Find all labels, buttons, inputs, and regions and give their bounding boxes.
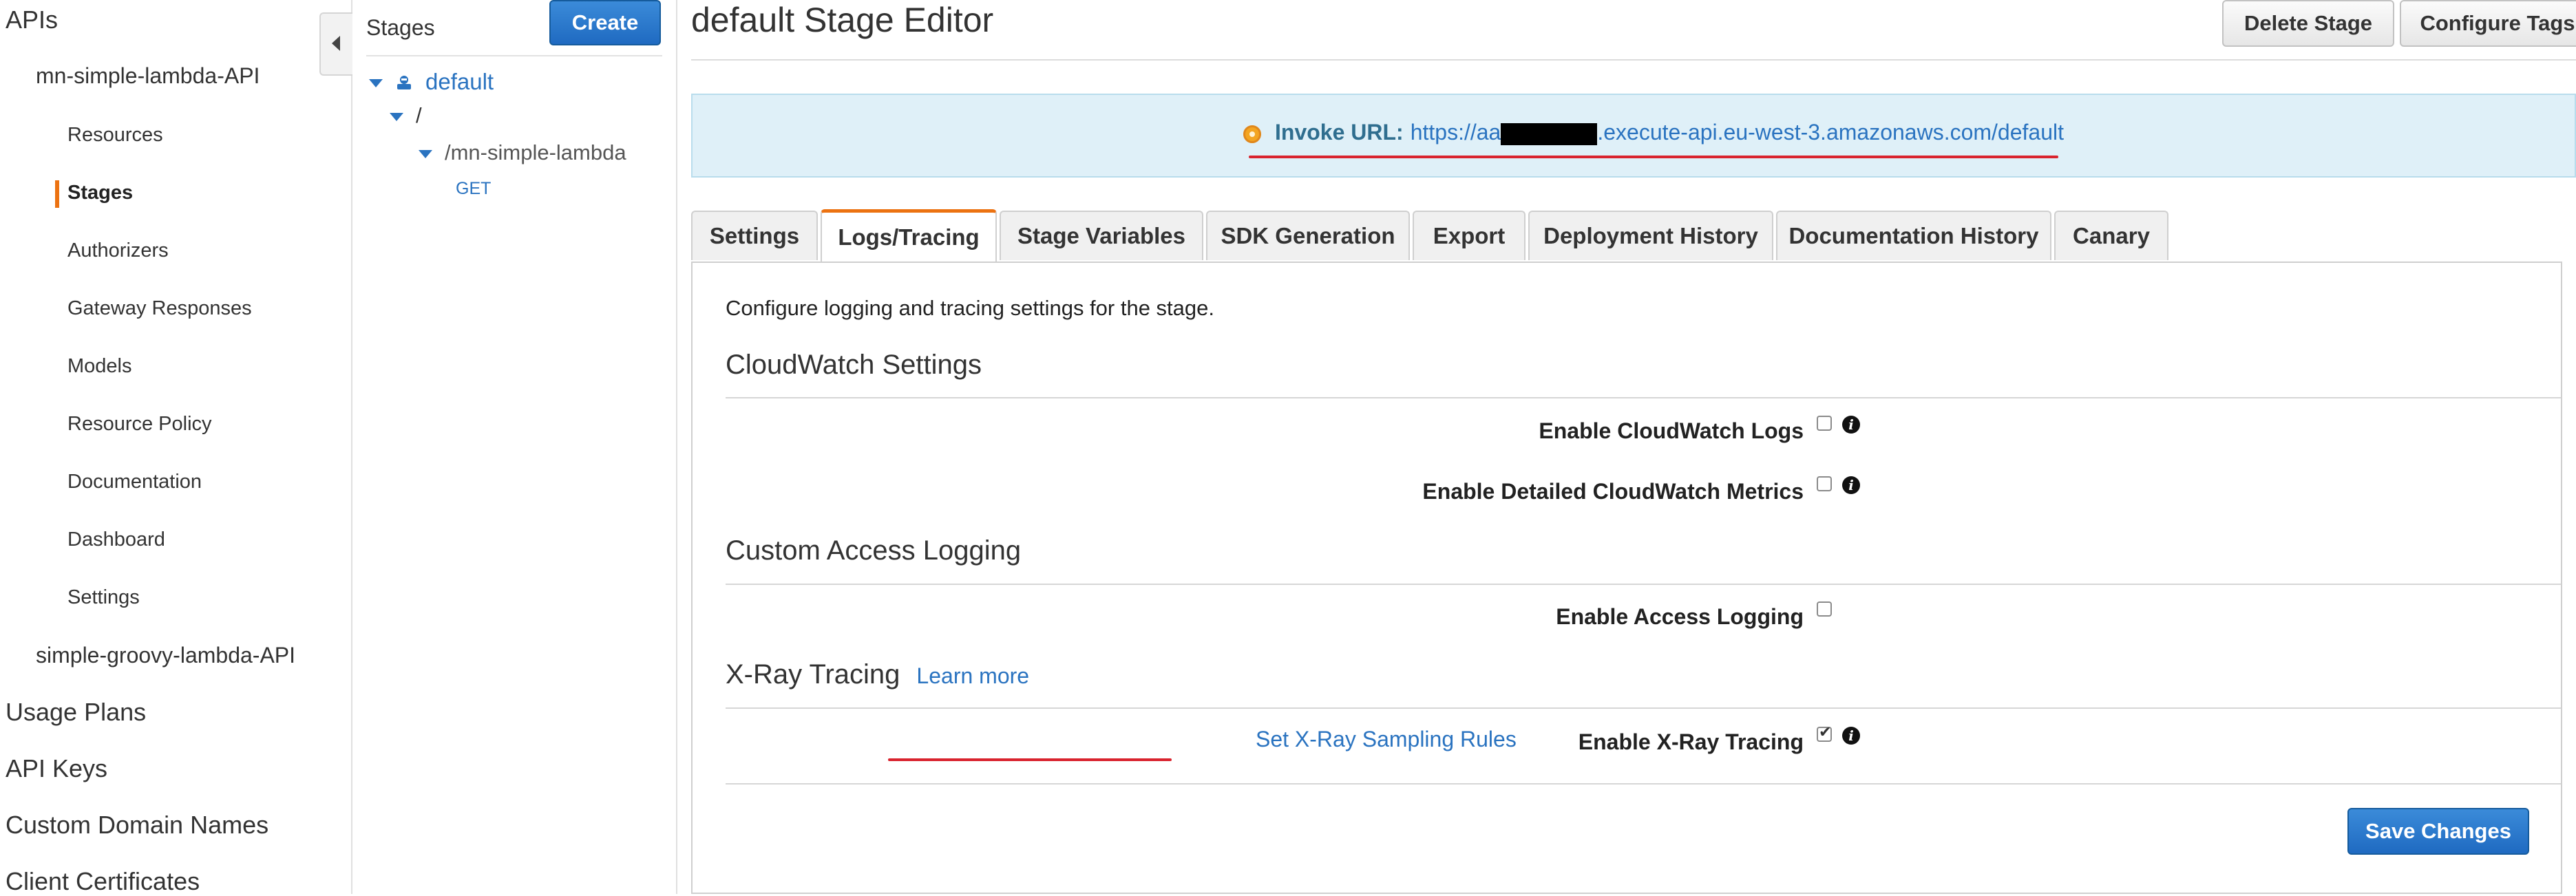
nav-api-simple-groovy[interactable]: simple-groovy-lambda-API	[36, 643, 295, 668]
invoke-url-label: Invoke URL:	[1275, 120, 1404, 145]
tab-export[interactable]: Export	[1413, 211, 1525, 260]
caret-down-icon[interactable]	[369, 79, 383, 88]
tree-method-get[interactable]: GET	[456, 179, 491, 199]
section-divider	[726, 783, 2561, 785]
tab-deployment-history[interactable]: Deployment History	[1528, 211, 1773, 260]
cloudwatch-logs-checkbox[interactable]	[1817, 416, 1832, 431]
invoke-status-icon	[1243, 125, 1261, 143]
left-navigation: APIs mn-simple-lambda-API Resources Stag…	[0, 0, 352, 896]
tab-stage-variables[interactable]: Stage Variables	[1000, 211, 1203, 260]
info-icon[interactable]: i	[1842, 476, 1860, 494]
nav-item-documentation[interactable]: Documentation	[67, 471, 202, 493]
collapse-nav-button[interactable]	[319, 12, 352, 76]
invoke-url-banner: Invoke URL: https://aa .execute-api.eu-wes…	[691, 94, 2576, 178]
nav-item-stages[interactable]: Stages	[67, 182, 133, 204]
logs-tracing-panel: Configure logging and tracing settings f…	[691, 262, 2562, 894]
nav-usage-plans[interactable]: Usage Plans	[6, 698, 146, 727]
nav-item-authorizers[interactable]: Authorizers	[67, 239, 169, 262]
redaction-box	[1501, 122, 1598, 145]
tab-settings[interactable]: Settings	[691, 211, 818, 260]
caret-down-icon[interactable]	[419, 149, 432, 158]
save-changes-button[interactable]: Save Changes	[2347, 808, 2529, 855]
tree-resource[interactable]: /mn-simple-lambda	[419, 140, 626, 165]
nav-item-models[interactable]: Models	[67, 355, 132, 378]
page-title: default Stage Editor	[691, 1, 994, 39]
info-icon[interactable]: i	[1842, 727, 1860, 745]
invoke-url-suffix: .execute-api.eu-west-3.amazonaws.com/def…	[1597, 120, 2064, 145]
cloudwatch-settings-title: CloudWatch Settings	[726, 350, 982, 380]
xray-tracing-label: Enable X-Ray Tracing	[1578, 729, 1804, 754]
tab-canary[interactable]: Canary	[2054, 211, 2168, 260]
learn-more-link[interactable]: Learn more	[916, 663, 1029, 688]
access-logging-label: Enable Access Logging	[1556, 604, 1804, 629]
create-stage-button[interactable]: Create	[549, 0, 661, 45]
nav-api-keys[interactable]: API Keys	[6, 754, 107, 783]
nav-item-resource-policy[interactable]: Resource Policy	[67, 413, 212, 436]
stages-divider	[366, 55, 662, 56]
configure-tags-button[interactable]: Configure Tags	[2400, 0, 2576, 47]
section-divider	[726, 584, 2561, 585]
caret-down-icon[interactable]	[390, 112, 403, 121]
tree-stage-label: default	[425, 69, 494, 94]
invoke-url-prefix: https://aa	[1410, 120, 1501, 145]
invoke-url-line: Invoke URL: https://aa .execute-api.eu-wes…	[1243, 120, 2064, 145]
cloudwatch-metrics-label: Enable Detailed CloudWatch Metrics	[1422, 479, 1804, 504]
stages-panel: Stages Create default / /mn-simple-lambd…	[352, 0, 677, 894]
nav-client-certificates[interactable]: Client Certificates	[6, 867, 200, 896]
nav-apis[interactable]: APIs	[6, 6, 58, 34]
access-logging-checkbox[interactable]	[1817, 601, 1832, 617]
invoke-url-link[interactable]: https://aa .execute-api.eu-west-3.amazona…	[1411, 120, 2064, 145]
panel-intro: Configure logging and tracing settings f…	[726, 296, 1215, 320]
tab-documentation-history[interactable]: Documentation History	[1776, 211, 2051, 260]
cloudwatch-logs-label: Enable CloudWatch Logs	[1539, 418, 1804, 443]
stages-title: Stages	[366, 15, 435, 40]
nav-item-gateway-responses[interactable]: Gateway Responses	[67, 297, 252, 320]
tab-sdk-generation[interactable]: SDK Generation	[1206, 211, 1410, 260]
xray-tracing-title: X-Ray Tracing Learn more	[726, 659, 1029, 690]
tree-root-label: /	[416, 103, 422, 127]
stage-icon	[397, 76, 411, 90]
tree-stage-default[interactable]: default	[369, 69, 494, 95]
title-divider	[691, 59, 2576, 61]
tree-root[interactable]: /	[390, 103, 422, 128]
annotation-underline-xray	[888, 758, 1172, 761]
nav-api-mn-simple-lambda[interactable]: mn-simple-lambda-API	[36, 63, 260, 89]
cloudwatch-metrics-checkbox[interactable]	[1817, 476, 1832, 491]
nav-custom-domain-names[interactable]: Custom Domain Names	[6, 811, 268, 840]
custom-access-logging-title: Custom Access Logging	[726, 535, 1022, 566]
chevron-left-icon	[332, 36, 340, 51]
nav-item-dashboard[interactable]: Dashboard	[67, 529, 165, 551]
section-divider	[726, 397, 2561, 398]
nav-item-resources[interactable]: Resources	[67, 124, 163, 147]
annotation-underline-url	[1249, 156, 2058, 158]
xray-sampling-rules-link[interactable]: Set X-Ray Sampling Rules	[1256, 727, 1517, 752]
nav-item-settings[interactable]: Settings	[67, 586, 140, 609]
tab-logs-tracing[interactable]: Logs/Tracing	[821, 209, 997, 262]
xray-tracing-checkbox[interactable]	[1817, 724, 1832, 742]
tree-resource-label: /mn-simple-lambda	[445, 140, 626, 164]
info-icon[interactable]: i	[1842, 416, 1860, 434]
active-item-indicator	[55, 180, 59, 208]
xray-tracing-title-text: X-Ray Tracing	[726, 659, 900, 690]
section-divider	[726, 707, 2561, 709]
delete-stage-button[interactable]: Delete Stage	[2222, 0, 2394, 47]
